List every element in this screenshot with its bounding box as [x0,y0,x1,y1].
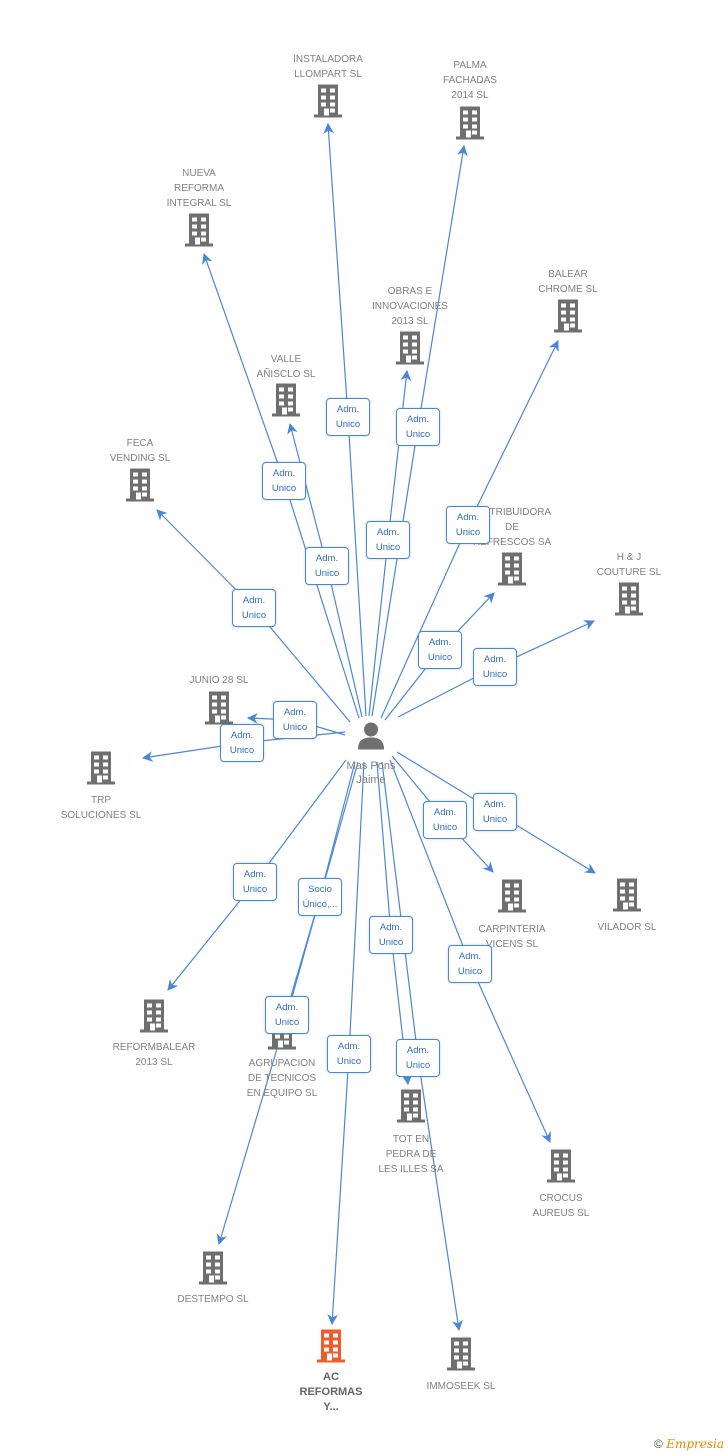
relation-badge-junio[interactable]: Adm. Unico [273,701,317,739]
relation-badge-vilador[interactable]: Adm. Unico [473,793,517,831]
company-label-ac[interactable]: AC REFORMAS Y... [276,1370,386,1415]
company-label-obras[interactable]: OBRAS E INNOVACIONES 2013 SL [355,284,465,329]
building-icon[interactable] [196,1250,230,1291]
relation-badge-reformbalear[interactable]: Adm. Unico [233,863,277,901]
relation-badge-agrupacion[interactable]: Socio Único,... [298,878,342,916]
building-icon[interactable] [394,1088,428,1129]
relation-badge-carpinteria[interactable]: Adm. Unico [423,801,467,839]
company-label-trp[interactable]: TRP SOLUCIONES SL [46,793,156,823]
footer-credit: © Empresia [654,1437,724,1451]
building-icon[interactable] [314,1328,348,1369]
building-icon[interactable] [544,1148,578,1189]
building-icon[interactable] [495,878,529,919]
relation-badge-obras[interactable]: Adm. Unico [366,521,410,559]
company-label-crocus[interactable]: CROCUS AUREUS SL [506,1191,616,1221]
building-icon[interactable] [393,330,427,371]
company-label-destempo[interactable]: DESTEMPO SL [158,1292,268,1307]
relation-badge-balear[interactable]: Adm. Unico [446,506,490,544]
company-label-tot[interactable]: TOT EN PEDRA DE LES ILLES SA [356,1132,466,1177]
relation-badge-tot[interactable]: Adm. Unico [369,916,413,954]
company-label-agrupacion[interactable]: AGRUPACION DE TECNICOS EN EQUIPO SL [227,1056,337,1101]
building-icon[interactable] [182,212,216,253]
person-name[interactable]: Mas Pons Jaime [331,759,411,787]
copyright-icon: © [654,1437,663,1451]
company-label-vilador[interactable]: VILADOR SL [572,920,682,935]
company-label-feca[interactable]: FECA VENDING SL [85,436,195,466]
relation-badge-valle[interactable]: Adm. Unico [305,547,349,585]
building-icon[interactable] [444,1336,478,1377]
company-label-junio[interactable]: JUNIO 28 SL [164,673,274,688]
building-icon[interactable] [551,298,585,339]
company-label-nueva[interactable]: NUEVA REFORMA INTEGRAL SL [144,166,254,211]
company-label-palma[interactable]: PALMA FACHADAS 2014 SL [415,58,525,103]
company-label-balear[interactable]: BALEAR CHROME SL [513,267,623,297]
building-icon[interactable] [495,551,529,592]
relation-badge-nueva[interactable]: Adm. Unico [262,462,306,500]
relation-badge-immoseek[interactable]: Adm. Unico [396,1039,440,1077]
brand-logo[interactable]: Empresia [666,1437,724,1451]
relation-badge-instaladora[interactable]: Adm. Unico [326,398,370,436]
company-label-valle[interactable]: VALLE AÑISCLO SL [231,352,341,382]
building-icon[interactable] [311,83,345,124]
building-icon[interactable] [269,382,303,423]
relation-badge-palma[interactable]: Adm. Unico [396,408,440,446]
relation-badge-trp[interactable]: Adm. Unico [220,724,264,762]
company-label-reformbalear[interactable]: REFORMBALEAR 2013 SL [99,1040,209,1070]
company-label-immoseek[interactable]: IMMOSEEK SL [406,1379,516,1394]
relation-badge-crocus[interactable]: Adm. Unico [448,945,492,983]
relation-badge-ac[interactable]: Adm. Unico [327,1035,371,1073]
building-icon[interactable] [612,581,646,622]
relation-badge-agrupacion2[interactable]: Adm. Unico [265,996,309,1034]
relation-badge-distribuidora[interactable]: Adm. Unico [418,631,462,669]
relation-badge-feca[interactable]: Adm. Unico [232,589,276,627]
company-label-hj[interactable]: H & J COUTURE SL [574,550,684,580]
person-icon[interactable] [356,721,386,756]
building-icon[interactable] [84,750,118,791]
building-icon[interactable] [453,105,487,146]
building-icon[interactable] [610,877,644,918]
building-icon[interactable] [137,998,171,1039]
relation-badge-hj[interactable]: Adm. Unico [473,648,517,686]
building-icon[interactable] [123,467,157,508]
company-label-instaladora[interactable]: INSTALADORA LLOMPART SL [273,52,383,82]
